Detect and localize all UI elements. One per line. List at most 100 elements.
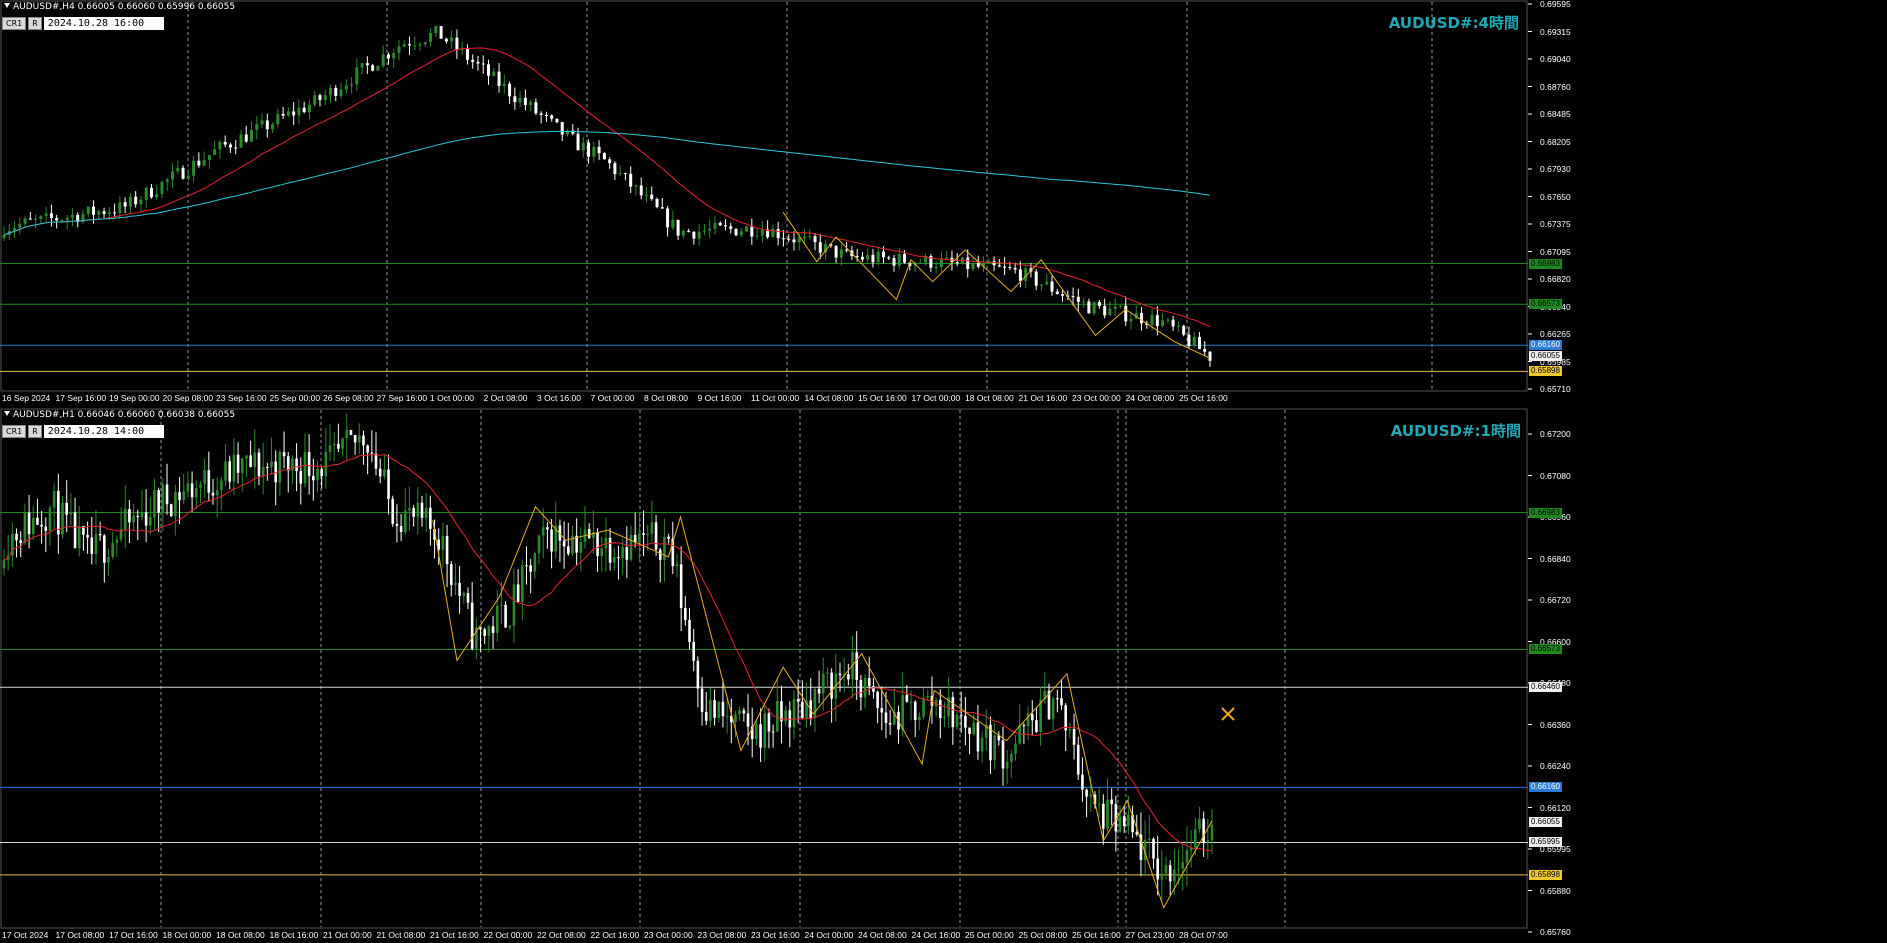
candle-body bbox=[192, 160, 196, 176]
candle-body bbox=[704, 711, 708, 721]
r-button[interactable]: R bbox=[28, 17, 42, 30]
candle-body bbox=[639, 185, 643, 196]
candle-body bbox=[303, 452, 307, 484]
candle-body bbox=[518, 97, 522, 103]
time-tick: 15 Oct 16:00 bbox=[858, 393, 907, 403]
candle-body bbox=[353, 434, 357, 443]
price-tick: 0.66820 bbox=[1540, 274, 1571, 284]
candle-body bbox=[165, 179, 169, 182]
r-button[interactable]: R bbox=[28, 425, 42, 438]
h1-datetime-field[interactable]: 2024.10.28 14:00 bbox=[43, 425, 164, 438]
candle-body bbox=[1061, 294, 1065, 296]
candle-body bbox=[240, 458, 244, 473]
candle-body bbox=[566, 546, 570, 554]
cr1-button[interactable]: CR1 bbox=[2, 17, 27, 30]
candle-body bbox=[523, 97, 527, 105]
candle-body bbox=[1039, 284, 1043, 286]
candle-body bbox=[19, 540, 23, 544]
candle-body bbox=[1152, 838, 1155, 859]
candle-body bbox=[123, 202, 127, 207]
candle-body bbox=[1051, 698, 1055, 720]
candle-body bbox=[692, 231, 696, 239]
candle-body bbox=[345, 430, 349, 439]
candle-body bbox=[49, 213, 53, 219]
time-tick: 25 Oct 16:00 bbox=[1072, 930, 1121, 940]
candle-body bbox=[65, 217, 69, 221]
candle-body bbox=[276, 113, 280, 125]
h4-datetime-field[interactable]: 2024.10.28 16:00 bbox=[43, 17, 164, 30]
candle-body bbox=[512, 584, 516, 626]
candle-body bbox=[713, 223, 717, 229]
candle-body bbox=[734, 228, 738, 236]
candle-body bbox=[144, 512, 148, 526]
candle-body bbox=[696, 660, 700, 689]
candle-body bbox=[1118, 816, 1122, 832]
candle-body bbox=[360, 63, 364, 68]
candle-body bbox=[492, 71, 496, 76]
candle-body bbox=[376, 65, 380, 71]
time-tick: 23 Oct 00:00 bbox=[644, 930, 693, 940]
candle-body bbox=[86, 206, 90, 214]
candle-body bbox=[313, 95, 317, 105]
h4-chart-pane[interactable]: AUDUSD#,H4 0.66005 0.66060 0.65996 0.660… bbox=[0, 0, 1887, 406]
candle-body bbox=[144, 187, 148, 200]
candle-body bbox=[416, 502, 420, 517]
h1-price-chart[interactable] bbox=[0, 408, 1887, 943]
h4-price-chart[interactable] bbox=[0, 0, 1887, 406]
candle-body bbox=[1148, 838, 1151, 840]
candle-body bbox=[328, 445, 332, 452]
candle-body bbox=[755, 724, 758, 740]
candle-body bbox=[48, 507, 52, 531]
candle-body bbox=[371, 65, 375, 71]
candle-body bbox=[211, 492, 215, 496]
candle-body bbox=[529, 102, 533, 105]
candle-body bbox=[817, 688, 821, 694]
candle-body bbox=[887, 257, 891, 259]
candle-body bbox=[671, 219, 675, 228]
candle-body bbox=[625, 547, 629, 560]
candle-body bbox=[228, 144, 232, 148]
price-label-white: 0.65995 bbox=[1529, 837, 1562, 848]
candle-body bbox=[802, 236, 806, 238]
candle-body bbox=[155, 194, 159, 198]
candle-body bbox=[391, 498, 395, 524]
candle-body bbox=[1173, 869, 1176, 882]
time-tick: 14 Oct 08:00 bbox=[804, 393, 854, 403]
candle-body bbox=[581, 142, 585, 151]
candle-body bbox=[257, 452, 261, 477]
time-tick: 17 Oct 00:00 bbox=[911, 393, 961, 403]
candle-body bbox=[1082, 301, 1086, 303]
price-tick: 0.68205 bbox=[1540, 136, 1571, 147]
candle-body bbox=[781, 238, 785, 240]
candle-body bbox=[190, 483, 194, 498]
candle-body bbox=[608, 159, 612, 164]
candle-body bbox=[429, 507, 432, 529]
dropdown-triangle-icon[interactable] bbox=[4, 411, 10, 416]
candle-body bbox=[261, 467, 265, 477]
price-tick: 0.67930 bbox=[1540, 164, 1571, 174]
cr1-button[interactable]: CR1 bbox=[2, 425, 27, 438]
dropdown-triangle-icon[interactable] bbox=[4, 3, 10, 8]
candle-body bbox=[1068, 728, 1072, 731]
candle-body bbox=[688, 619, 691, 642]
time-tick: 3 Oct 16:00 bbox=[537, 393, 581, 403]
candle-body bbox=[339, 89, 343, 96]
candle-body bbox=[750, 226, 754, 237]
candle-body bbox=[592, 146, 596, 157]
fast-moving-average bbox=[3, 453, 1213, 852]
candle-body bbox=[202, 160, 206, 166]
candle-body bbox=[675, 564, 679, 567]
h4-symbol-header: AUDUSD#,H4 0.66005 0.66060 0.65996 0.660… bbox=[4, 2, 235, 12]
candle-body bbox=[934, 267, 938, 269]
candle-body bbox=[964, 715, 967, 728]
candle-body bbox=[1108, 308, 1112, 316]
candle-body bbox=[307, 104, 311, 113]
candle-body bbox=[521, 565, 524, 602]
candle-body bbox=[1192, 336, 1196, 347]
candle-body bbox=[381, 54, 385, 66]
price-tick: 0.69595 bbox=[1540, 0, 1571, 9]
h1-chart-pane[interactable]: AUDUSD#,H1 0.66046 0.66060 0.66038 0.660… bbox=[0, 408, 1887, 943]
candle-body bbox=[863, 678, 867, 698]
candle-body bbox=[73, 512, 77, 549]
candle-body bbox=[1127, 814, 1130, 827]
